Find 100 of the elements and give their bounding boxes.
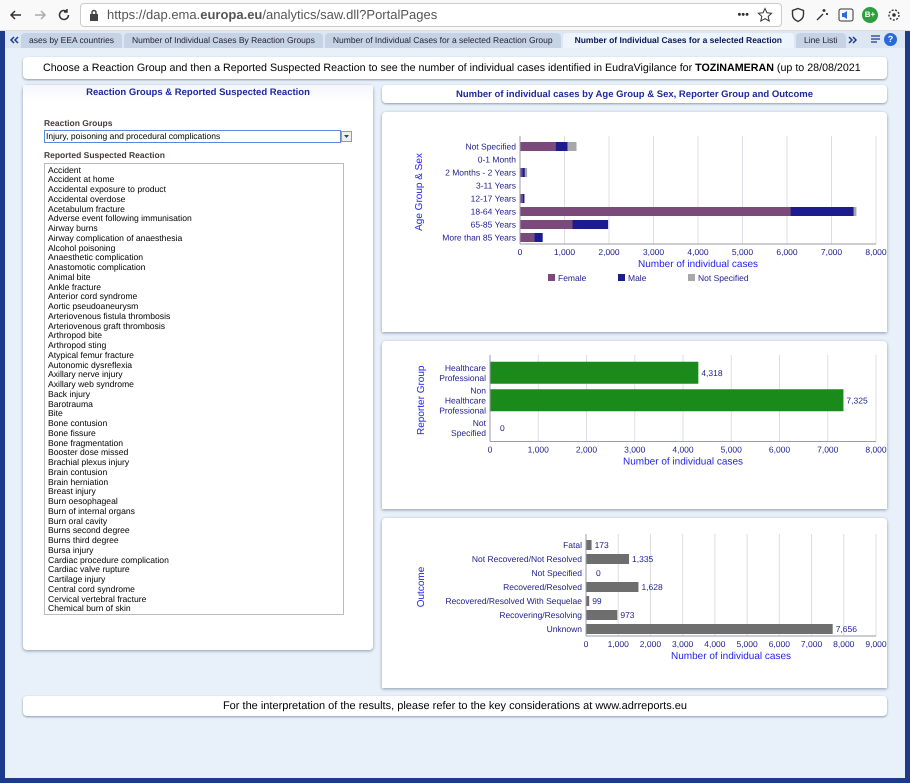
tick-label: 5,000 [732,247,754,257]
reaction-option[interactable]: Burn oral cavity [48,516,340,526]
field-label: Reported Suspected Reaction [44,148,166,162]
category-label: Healthcare Professional [439,362,486,383]
more-menu[interactable]: ••• [737,6,749,24]
reaction-option[interactable]: Breast injury [48,487,340,497]
reaction-option[interactable]: Burn oesophageal [48,497,340,507]
reaction-option[interactable]: Booster dose missed [48,448,340,458]
reaction-option[interactable]: Accidental overdose [48,194,340,204]
report-tab[interactable]: ases by EEA countries [21,33,122,48]
reaction-option[interactable]: Burns third degree [48,536,340,546]
tick-label: 8,000 [865,444,887,454]
reaction-option[interactable]: Cartilage injury [48,575,340,585]
reaction-option[interactable]: Back injury [48,390,340,400]
address-bar[interactable]: https://dap.ema.europa.eu/analytics/saw.dll?PortalPages ••• [80,3,782,27]
axis-title: Number of individual cases [622,456,744,468]
tick-label: 5,000 [736,639,758,649]
reaction-option[interactable]: Arthropod bite [48,331,340,341]
reaction-option[interactable]: Cardiac procedure complication [48,556,340,566]
report-tab[interactable]: Number of Individual Cases By Reaction Groups [124,33,323,48]
tick-label: 4,000 [687,247,709,257]
reaction-option[interactable]: Brain herniation [48,478,340,488]
tick-label: 1,000 [528,444,549,454]
tick-label: 0 [488,444,492,454]
category-label: More than 85 Years [442,232,516,242]
tick-label: 1,000 [608,639,629,649]
value-label: 99 [592,596,602,606]
reaction-option[interactable]: Adverse event following immunisation [48,214,340,224]
tick-label: 6,000 [768,639,790,649]
reaction-option[interactable]: Airway burns [48,224,340,234]
category-label: 18-64 Years [470,206,516,216]
tick-label: 4,000 [704,639,726,649]
category-label: 12-17 Years [470,194,516,204]
reaction-option[interactable]: Acetabulum fracture [48,204,340,214]
reaction-option[interactable]: Anaesthetic complication [48,253,340,263]
reaction-option[interactable]: Cervical vertebral fracture [48,594,340,604]
reaction-option[interactable]: Brain contusion [48,468,340,478]
reaction-option[interactable]: Ankle fracture [48,282,340,292]
reaction-option[interactable]: Cardiac valve rupture [48,565,340,575]
tick-label: 7,000 [820,247,842,257]
reaction-option[interactable]: Burn of internal organs [48,506,340,516]
reaction-option[interactable]: Anastomotic complication [48,263,340,273]
reaction-option[interactable]: Atypical femur fracture [48,350,340,360]
tick-label: 9,000 [865,639,887,649]
tick-label: 6,000 [768,444,790,454]
axis-title: Number of individual cases [670,651,792,662]
reaction-option[interactable]: Axillary nerve injury [48,370,340,380]
reaction-group-dropdown[interactable]: Injury, poisoning and procedural complications [44,130,341,143]
category-label: 65-85 Years [470,220,516,230]
category-label: Recovering/Resolving [499,610,582,620]
reaction-option[interactable]: Autonomic dysreflexia [48,360,340,370]
report-tab[interactable]: Number of Individual Cases for a selected Reaction Group [324,33,561,48]
reaction-option[interactable]: Accident [48,166,340,176]
reaction-option[interactable]: Accident at home [48,175,340,185]
tick-label: 3,000 [642,247,664,257]
axis-title: Reporter Group [416,366,427,435]
tick-label: 6,000 [776,247,798,257]
help-button[interactable]: ? [884,33,897,46]
tick-label: 7,000 [800,639,822,649]
category-label: Not Specified [451,418,486,438]
reaction-option[interactable]: Central cord syndrome [48,584,340,594]
legend-label: Male [628,273,646,283]
report-tab[interactable]: Number of Individual Cases for a selected Reaction [562,33,794,48]
legend-label: Female [558,273,586,283]
axis-title: Outcome [416,566,427,608]
footer-text: For the interpretation of the results, please refer to the key considerations at www.adrreports.eu [222,698,688,714]
reaction-option[interactable]: Alcohol poisoning [48,244,340,254]
reaction-option[interactable]: Accidental exposure to product [48,185,340,195]
reaction-option[interactable]: Aortic pseudoaneurysm [48,302,340,312]
category-label: 3-11 Years [476,180,516,190]
value-label: 1,335 [632,554,654,564]
tick-label: 8,000 [865,247,887,257]
reaction-option[interactable]: Bite [48,409,340,419]
reaction-option[interactable]: Bursa injury [48,546,340,556]
tick-label: 4,000 [672,444,694,454]
reaction-option[interactable]: Bone fragmentation [48,438,340,448]
category-label: Recovered/Resolved [503,582,582,592]
reaction-option[interactable]: Barotrauma [48,400,340,410]
reaction-option[interactable]: Anterior cord syndrome [48,292,340,302]
tick-label: 5,000 [720,444,742,454]
intro-text: Choose a Reaction Group and then a Reported Suspected Reaction to see the number of individual cases identified in EudraVigilance for TOZINAMERAN (up to 28/08/2021 [43,60,861,76]
reaction-option[interactable]: Arteriovenous fistula thrombosis [48,312,340,322]
tick-label: 2,000 [598,247,620,257]
value-label: 0 [596,568,601,578]
reaction-option[interactable]: Bone fissure [48,428,340,438]
reaction-option[interactable]: Animal bite [48,272,340,282]
reaction-option[interactable]: Axillary web syndrome [48,380,340,390]
reaction-option[interactable]: Chemical burn of skin [48,604,340,614]
reaction-option[interactable]: Airway complication of anaesthesia [48,234,340,244]
category-label: Not Recovered/Not Resolved [472,554,582,564]
reaction-option[interactable]: Burns second degree [48,526,340,536]
chart-header: Number of individual cases by Age Group & Sex, Reporter Group and Outcome [382,85,887,103]
value-label: 4,318 [701,368,723,378]
reaction-option[interactable]: Arthropod sting [48,341,340,351]
report-tab[interactable]: Line Listi [796,33,846,48]
reaction-option[interactable]: Arteriovenous graft thrombosis [48,322,340,332]
reaction-option[interactable]: Bone contusion [48,419,340,429]
reaction-option[interactable]: Brachial plexus injury [48,458,340,468]
category-label: 0-1 Month [478,154,516,164]
tick-label: 0 [518,247,522,257]
